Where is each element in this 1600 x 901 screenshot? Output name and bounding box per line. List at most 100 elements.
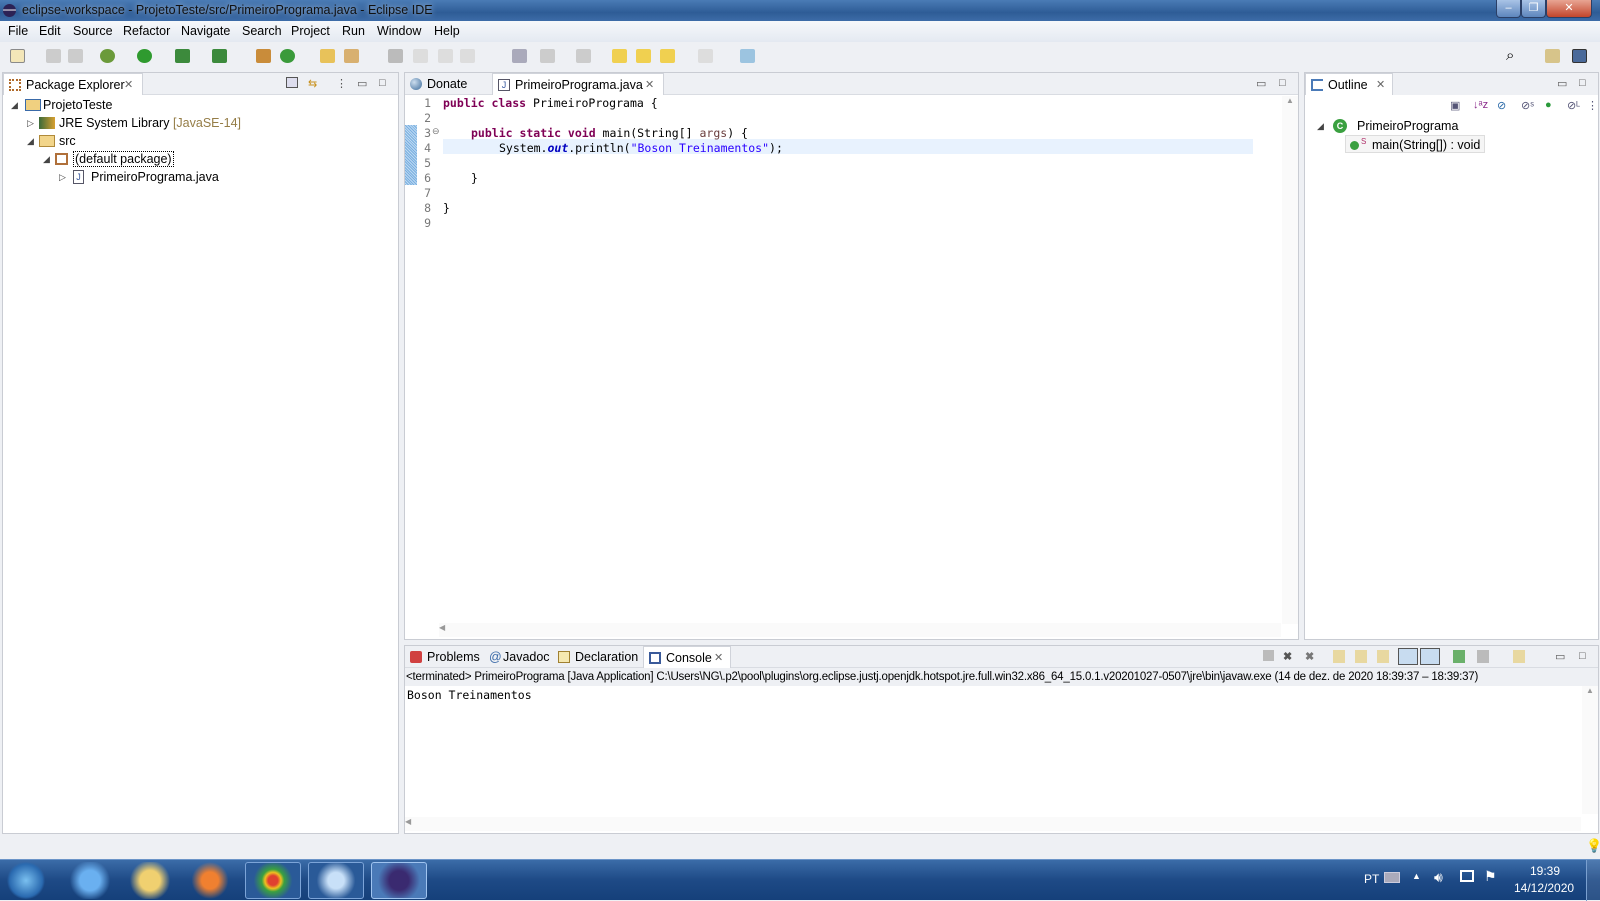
new-package-icon[interactable]: [256, 49, 271, 63]
save-all-icon[interactable]: [68, 49, 83, 63]
eclipse-taskbar-icon[interactable]: [371, 862, 427, 899]
clock-time[interactable]: 19:39: [1530, 864, 1560, 878]
display-console-icon[interactable]: [1477, 650, 1489, 663]
collapse-all-icon[interactable]: ▣: [1450, 99, 1460, 112]
show-on-stdout-icon[interactable]: [1398, 648, 1418, 665]
menu-edit[interactable]: Edit: [39, 24, 61, 38]
close-icon[interactable]: ✕: [714, 647, 723, 669]
debug-icon[interactable]: [100, 49, 115, 63]
java-perspective-icon[interactable]: [1572, 49, 1587, 63]
hide-static-icon[interactable]: ⊘ˢ: [1521, 99, 1534, 112]
view-menu-icon[interactable]: ⋮: [1587, 99, 1598, 112]
next-edit-icon[interactable]: [636, 49, 651, 63]
close-icon[interactable]: ✕: [124, 74, 133, 96]
tip-lightbulb-icon[interactable]: 💡: [1586, 838, 1600, 854]
menu-run[interactable]: Run: [342, 24, 365, 38]
console-vertical-scrollbar[interactable]: ▲: [1582, 686, 1598, 814]
action-center-flag-icon[interactable]: ⚑: [1484, 868, 1497, 885]
tree-item-jre[interactable]: ▷ JRE System Library [JavaSE-14]: [27, 114, 241, 132]
internet-explorer-icon[interactable]: [62, 862, 118, 899]
new-icon[interactable]: [10, 49, 25, 63]
tab-donate[interactable]: Donate: [405, 73, 490, 95]
media-player-icon[interactable]: [182, 862, 238, 899]
console-output[interactable]: Boson Treinamentos: [407, 688, 532, 703]
code-editor[interactable]: public class PrimeiroPrograma { public s…: [443, 96, 1253, 626]
tab-console[interactable]: Console ✕: [643, 646, 731, 668]
search-icon[interactable]: ⌕: [1506, 47, 1514, 64]
show-whitespace-icon[interactable]: [460, 49, 475, 63]
block-selection-icon[interactable]: [438, 49, 453, 63]
tab-declaration[interactable]: Declaration: [553, 646, 643, 668]
photo-viewer-icon[interactable]: [308, 862, 364, 899]
file-explorer-icon[interactable]: [122, 862, 178, 899]
menu-search[interactable]: Search: [242, 24, 282, 38]
tree-item-src[interactable]: ◢ src: [27, 132, 76, 150]
tree-item-project[interactable]: ◢ ProjetoTeste: [11, 96, 112, 114]
prev-annotation-icon[interactable]: [576, 49, 591, 63]
link-icon[interactable]: [512, 49, 527, 63]
pin-editor-icon[interactable]: [740, 49, 755, 63]
tab-problems[interactable]: Problems: [405, 646, 485, 668]
tree-item-default-package[interactable]: ◢ (default package): [43, 150, 174, 168]
volume-icon[interactable]: 🔊︎: [1434, 869, 1443, 886]
network-icon[interactable]: [1460, 870, 1474, 882]
maximize-icon[interactable]: □: [379, 77, 386, 89]
back-icon[interactable]: [660, 49, 675, 63]
close-window-button[interactable]: ✕: [1546, 0, 1592, 18]
close-icon[interactable]: ✕: [645, 74, 654, 96]
tab-javadoc[interactable]: @ Javadoc: [485, 646, 553, 668]
outline-class-item[interactable]: ◢ C PrimeiroPrograma: [1317, 117, 1458, 135]
fold-collapse-icon[interactable]: ⊖: [432, 126, 440, 137]
view-menu-icon[interactable]: ⋮: [336, 77, 347, 90]
outline-method-item[interactable]: Smain(String[]) : void: [1345, 135, 1486, 153]
pin-console-icon[interactable]: [1453, 650, 1465, 663]
close-icon[interactable]: ✕: [1376, 74, 1385, 96]
minimize-icon[interactable]: ▭: [1557, 77, 1567, 90]
maximize-icon[interactable]: □: [1579, 77, 1586, 89]
annotation-icon[interactable]: [413, 49, 428, 63]
save-icon[interactable]: [46, 49, 61, 63]
console-horizontal-scrollbar[interactable]: ◀: [405, 817, 1581, 831]
tab-primeiroprograma-java[interactable]: J PrimeiroPrograma.java ✕: [492, 73, 664, 95]
remove-launch-icon[interactable]: ✖: [1283, 650, 1292, 663]
maximize-window-button[interactable]: ❐: [1521, 0, 1546, 18]
minimize-icon[interactable]: ▭: [357, 77, 367, 90]
menu-file[interactable]: File: [8, 24, 28, 38]
menu-project[interactable]: Project: [291, 24, 330, 38]
menu-refactor[interactable]: Refactor: [123, 24, 170, 38]
search-tool-icon[interactable]: [344, 49, 359, 63]
maximize-icon[interactable]: □: [1579, 650, 1586, 662]
sort-icon[interactable]: ↓ᵃz: [1473, 99, 1488, 111]
new-class-icon[interactable]: [280, 49, 295, 63]
horizontal-scrollbar[interactable]: ◀: [439, 623, 1281, 637]
vertical-scrollbar[interactable]: ▲: [1282, 96, 1298, 624]
next-annotation-icon[interactable]: [540, 49, 555, 63]
terminate-icon[interactable]: [1263, 650, 1274, 661]
menu-window[interactable]: Window: [377, 24, 421, 38]
coverage-icon[interactable]: [175, 49, 190, 63]
toggle-mark-icon[interactable]: [388, 49, 403, 63]
tree-item-java-file[interactable]: ▷ J PrimeiroPrograma.java: [59, 168, 219, 186]
last-edit-icon[interactable]: [612, 49, 627, 63]
open-console-icon[interactable]: [1513, 650, 1525, 663]
minimize-icon[interactable]: ▭: [1555, 650, 1565, 663]
show-on-stderr-icon[interactable]: [1420, 648, 1440, 665]
hide-nonpublic-icon[interactable]: ●: [1545, 99, 1552, 111]
open-perspective-icon[interactable]: [1545, 49, 1560, 63]
tab-package-explorer[interactable]: Package Explorer ✕: [3, 73, 143, 95]
scroll-lock-icon[interactable]: [1355, 650, 1367, 663]
minimize-icon[interactable]: ▭: [1256, 77, 1266, 90]
tab-outline[interactable]: Outline ✕: [1305, 73, 1393, 95]
run-icon[interactable]: [137, 49, 152, 63]
show-hidden-icons-icon[interactable]: ▲: [1412, 871, 1421, 881]
external-tools-icon[interactable]: [212, 49, 227, 63]
hide-local-types-icon[interactable]: ⊘ᴸ: [1567, 99, 1580, 112]
language-indicator[interactable]: PT: [1364, 872, 1379, 886]
clock-date[interactable]: 14/12/2020: [1514, 881, 1574, 895]
hide-fields-icon[interactable]: ⊘: [1497, 99, 1506, 112]
menu-help[interactable]: Help: [434, 24, 460, 38]
forward-icon[interactable]: [698, 49, 713, 63]
collapse-all-icon[interactable]: [286, 77, 298, 88]
open-type-icon[interactable]: [320, 49, 335, 63]
remove-all-terminated-icon[interactable]: ✖: [1305, 650, 1314, 663]
